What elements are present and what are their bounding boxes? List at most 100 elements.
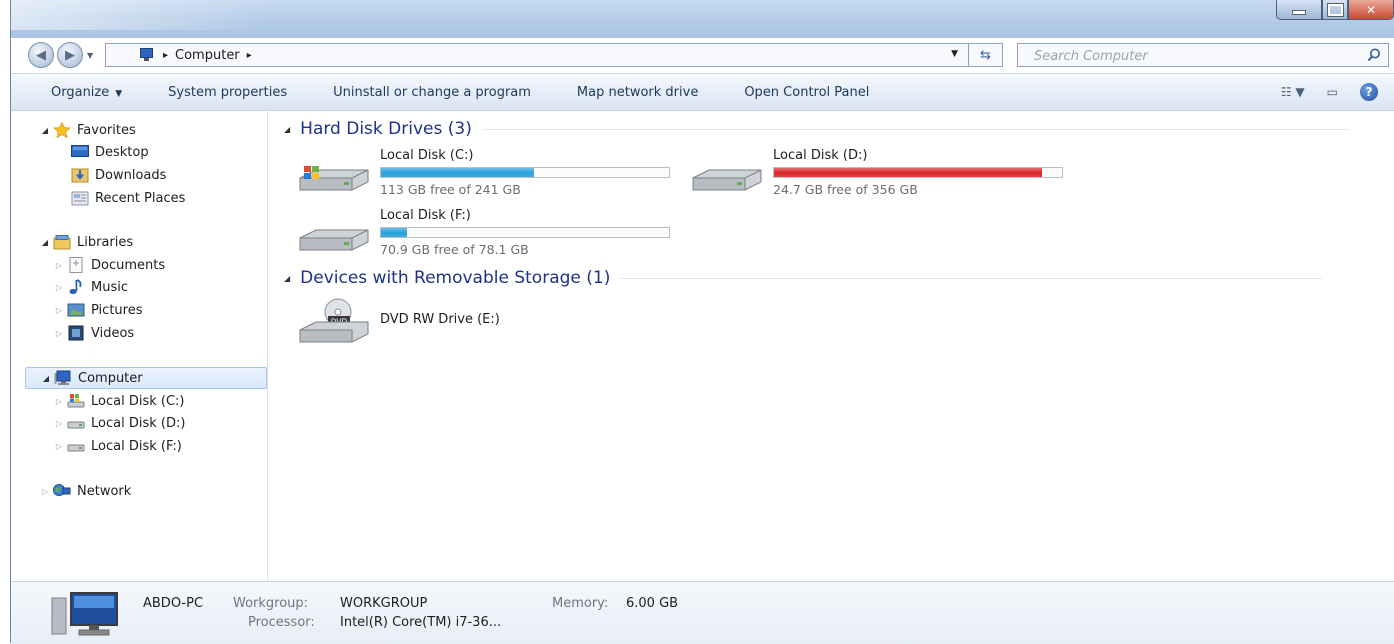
sidebar-item-desktop[interactable]: Desktop: [69, 141, 149, 163]
preview-pane-icon[interactable]: ▭: [1327, 85, 1338, 99]
collapse-arrow-icon[interactable]: ◢: [40, 374, 52, 383]
computer-label: Computer: [78, 370, 143, 386]
change-view-icon[interactable]: ☷ ▼: [1281, 85, 1305, 99]
computer-name: ABDO-PC: [143, 596, 204, 611]
system-drive-icon: [299, 166, 369, 191]
breadcrumb-computer[interactable]: Computer: [175, 48, 240, 63]
back-button[interactable]: ◀: [28, 42, 54, 68]
sidebar-item-label: Local Disk (F:): [91, 438, 182, 454]
sidebar-item-label: Desktop: [95, 144, 149, 160]
sidebar-item-favorites[interactable]: ◢ Favorites: [39, 119, 136, 141]
map-network-drive-button[interactable]: Map network drive: [577, 85, 698, 100]
breadcrumb-separator-icon[interactable]: ▸: [163, 50, 168, 61]
sidebar-item-local-disk-f[interactable]: ▷ Local Disk (F:): [53, 435, 182, 457]
search-icon[interactable]: [1366, 47, 1382, 63]
downloads-folder-icon: [71, 168, 89, 183]
collapse-arrow-icon[interactable]: ◢: [39, 238, 51, 247]
recent-places-icon: [71, 191, 89, 206]
breadcrumb-chevron-icon[interactable]: ▸: [247, 50, 252, 61]
minimize-icon: [1292, 10, 1306, 15]
hard-drive-icon: [692, 169, 762, 191]
organize-label: Organize: [51, 84, 110, 100]
chevron-down-icon: ▼: [115, 88, 123, 99]
explorer-window: ✕ ◀ ▶ ▼ ▸ Computer ▸ ▼ ⇆ Organize ▼ Syste…: [10, 0, 1394, 644]
memory-label: Memory:: [552, 596, 609, 611]
music-icon: [69, 279, 82, 295]
memory-value: 6.00 GB: [626, 596, 679, 611]
drive-tile-c[interactable]: Local Disk (C:) 113 GB free of 241 GB: [298, 148, 678, 204]
expand-arrow-icon[interactable]: ▷: [53, 261, 65, 270]
drive-tile-f[interactable]: Local Disk (F:) 70.9 GB free of 78.1 GB: [298, 208, 678, 264]
navigation-row: ◀ ▶ ▼ ▸ Computer ▸ ▼ ⇆: [11, 38, 1394, 72]
sidebar-item-label: Music: [91, 279, 128, 295]
sidebar-item-network[interactable]: ▷ Network: [39, 480, 131, 502]
sidebar-item-label: Local Disk (D:): [91, 415, 186, 431]
star-icon: [53, 122, 71, 138]
expand-arrow-icon[interactable]: ▷: [53, 397, 65, 406]
content-pane: ◢ Hard Disk Drives (3) Local Disk (C:) 1…: [268, 110, 1394, 580]
expand-arrow-icon[interactable]: ▷: [39, 487, 51, 496]
sidebar-item-local-disk-d[interactable]: ▷ Local Disk (D:): [53, 412, 186, 434]
open-control-panel-button[interactable]: Open Control Panel: [744, 85, 869, 100]
hard-drive-icon: [299, 229, 369, 251]
libraries-label: Libraries: [77, 234, 134, 250]
sidebar-item-downloads[interactable]: Downloads: [69, 164, 166, 186]
forward-button[interactable]: ▶: [57, 42, 83, 68]
processor-label: Processor:: [248, 615, 315, 630]
hard-drive-icon: [67, 421, 85, 429]
expand-arrow-icon[interactable]: ▷: [53, 283, 65, 292]
maximize-button[interactable]: [1322, 0, 1348, 20]
dvd-drive-tile[interactable]: DVD DVD RW Drive (E:): [298, 298, 678, 354]
hard-disk-group-header[interactable]: ◢ Hard Disk Drives (3): [284, 119, 1350, 139]
collapse-group-icon[interactable]: ◢: [284, 125, 290, 134]
sidebar-item-recent-places[interactable]: Recent Places: [69, 187, 185, 209]
drive-free-space: 70.9 GB free of 78.1 GB: [380, 242, 529, 257]
sidebar-item-music[interactable]: ▷ Music: [53, 276, 128, 298]
minimize-button[interactable]: [1276, 0, 1322, 20]
expand-arrow-icon[interactable]: ▷: [53, 329, 65, 338]
navigation-pane: ◢ Favorites Desktop Downloads Recent Pla…: [11, 110, 268, 580]
search-box[interactable]: [1017, 43, 1389, 67]
help-icon[interactable]: ?: [1360, 83, 1378, 101]
sidebar-item-documents[interactable]: ▷ Documents: [53, 254, 165, 276]
network-label: Network: [77, 483, 132, 499]
drive-usage-bar: [773, 167, 1063, 178]
sidebar-item-computer[interactable]: ◢ Computer: [25, 367, 267, 389]
videos-icon: [68, 325, 84, 341]
sidebar-item-label: Documents: [91, 257, 166, 273]
drive-usage-fill: [381, 168, 534, 177]
expand-arrow-icon[interactable]: ▷: [53, 419, 65, 428]
organize-button[interactable]: Organize ▼: [51, 85, 122, 100]
hard-drive-icon: [67, 444, 85, 452]
search-input[interactable]: [1032, 45, 1356, 67]
sidebar-item-label: Downloads: [95, 167, 167, 183]
collapse-arrow-icon[interactable]: ◢: [39, 126, 51, 135]
removable-group-header[interactable]: ◢ Devices with Removable Storage (1): [284, 268, 1323, 288]
computer-icon: [54, 370, 71, 385]
favorites-label: Favorites: [77, 122, 136, 138]
sidebar-item-label: Local Disk (C:): [91, 393, 185, 409]
address-bar[interactable]: ▸ Computer ▸ ▼ ⇆: [105, 43, 1003, 67]
close-button[interactable]: ✕: [1348, 0, 1394, 20]
recent-pages-dropdown[interactable]: ▼: [87, 51, 93, 60]
sidebar-item-local-disk-c[interactable]: ▷ Local Disk (C:): [53, 390, 185, 412]
sidebar-item-pictures[interactable]: ▷ Pictures: [53, 299, 143, 321]
network-icon: [53, 484, 71, 496]
workgroup-value: WORKGROUP: [340, 596, 428, 611]
collapse-group-icon[interactable]: ◢: [284, 274, 290, 283]
uninstall-program-button[interactable]: Uninstall or change a program: [333, 85, 531, 100]
sidebar-item-libraries[interactable]: ◢ Libraries: [39, 231, 133, 253]
drive-tile-d[interactable]: Local Disk (D:) 24.7 GB free of 356 GB: [691, 148, 1071, 204]
drive-free-space: 24.7 GB free of 356 GB: [773, 182, 918, 197]
system-properties-button[interactable]: System properties: [168, 85, 287, 100]
expand-arrow-icon[interactable]: ▷: [53, 442, 65, 451]
refresh-button[interactable]: ⇆: [968, 43, 1002, 67]
desktop-icon: [71, 145, 89, 157]
pictures-icon: [67, 303, 85, 317]
sidebar-item-label: Videos: [91, 325, 135, 341]
drive-name: Local Disk (D:): [773, 148, 868, 163]
address-dropdown-icon[interactable]: ▼: [951, 49, 958, 59]
expand-arrow-icon[interactable]: ▷: [53, 306, 65, 315]
refresh-icon: ⇆: [980, 47, 991, 63]
sidebar-item-videos[interactable]: ▷ Videos: [53, 322, 134, 344]
